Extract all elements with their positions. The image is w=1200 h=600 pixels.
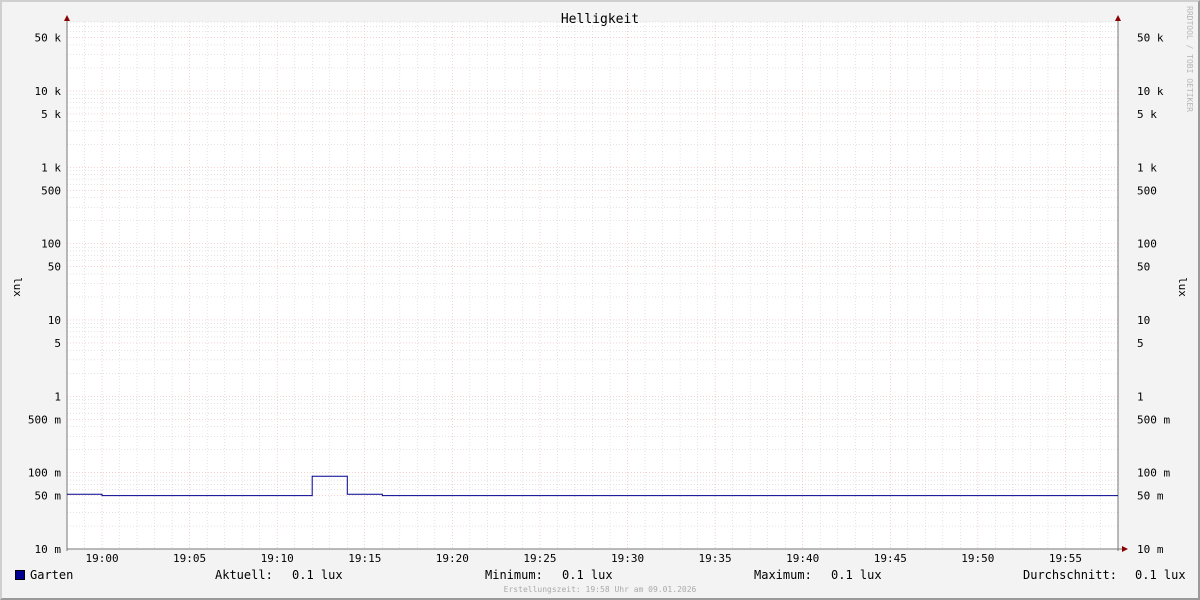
- legend-max-value: 0.1 lux: [831, 568, 882, 582]
- chart: 50 k 10 k 5 k 1 k 500 100 50 10 5 1 500 m 100 m 50 m…: [11, 6, 1194, 565]
- y-tick-label: 10 k: [1137, 85, 1164, 98]
- y-axis-label-right: lux: [1176, 277, 1189, 297]
- y-tick-labels-right: 50 k 10 k 5 k 1 k 500 100 50 10 5 1 500 m 100 m 50 m…: [1137, 32, 1170, 556]
- chart-title: Helligkeit: [561, 12, 639, 27]
- y-tick-label: 50 m: [1137, 490, 1164, 503]
- y-tick-label: 50 k: [1137, 32, 1164, 45]
- legend-series-name: Garten: [30, 568, 74, 582]
- y-tick-label: 10 m: [35, 543, 62, 556]
- y-tick-label: 50: [48, 261, 61, 274]
- x-tick-label: 19:55: [1049, 552, 1082, 565]
- x-tick-label: 19:00: [85, 552, 118, 565]
- x-tick-labels: 19:00 19:05 19:10 19:15 19:20 19:25 19:30 19:35…: [85, 552, 1082, 565]
- y-tick-label: 1 k: [1137, 161, 1157, 174]
- y-tick-label: 5: [1137, 337, 1144, 350]
- y-tick-label: 5 k: [41, 108, 61, 121]
- y-tick-label: 100: [1137, 238, 1157, 251]
- legend-avg-value: 0.1 lux: [1135, 568, 1186, 582]
- x-tick-label: 19:35: [699, 552, 732, 565]
- legend-current-value: 0.1 lux: [292, 568, 343, 582]
- y-tick-labels-left: 50 k 10 k 5 k 1 k 500 100 50 10 5 1 500 m 100 m 50 m…: [28, 32, 61, 556]
- y-tick-label: 10 k: [35, 85, 62, 98]
- y-tick-label: 100 m: [28, 467, 61, 480]
- y-tick-label: 100 m: [1137, 467, 1170, 480]
- chart-frame: 50 k 10 k 5 k 1 k 500 100 50 10 5 1 500 m 100 m 50 m…: [0, 0, 1200, 600]
- footer-timestamp: Erstellungszeit: 19:58 Uhr am 09.01.2026: [503, 585, 697, 594]
- y-tick-label: 500: [1137, 184, 1157, 197]
- y-tick-label: 10 m: [1137, 543, 1164, 556]
- x-tick-label: 19:15: [348, 552, 381, 565]
- x-tick-label: 19:40: [786, 552, 819, 565]
- x-tick-label: 19:20: [436, 552, 469, 565]
- x-tick-label: 19:30: [611, 552, 644, 565]
- legend-avg-label: Durchschnitt:: [1023, 568, 1117, 582]
- y-tick-label: 5 k: [1137, 108, 1157, 121]
- legend-min-label: Minimum:: [485, 568, 543, 582]
- x-tick-label: 19:25: [523, 552, 556, 565]
- y-tick-label: 10: [1137, 314, 1150, 327]
- y-tick-label: 50: [1137, 261, 1150, 274]
- y-tick-label: 1: [1137, 390, 1144, 403]
- watermark: RRDTOOL / TOBI OETIKER: [1185, 6, 1194, 112]
- x-axis-arrow: [1122, 546, 1128, 552]
- y-tick-label: 10: [48, 314, 61, 327]
- y-tick-label: 1 k: [41, 161, 61, 174]
- y-tick-label: 50 k: [35, 32, 62, 45]
- x-tick-label: 19:50: [961, 552, 994, 565]
- legend-swatch-garten: [15, 570, 25, 580]
- x-tick-label: 19:45: [874, 552, 907, 565]
- y-tick-label: 100: [41, 238, 61, 251]
- y-tick-label: 5: [54, 337, 61, 350]
- y-tick-label: 50 m: [35, 490, 62, 503]
- legend-current-label: Aktuell:: [215, 568, 273, 582]
- y-tick-label: 1: [54, 390, 61, 403]
- legend-max-label: Maximum:: [754, 568, 812, 582]
- x-tick-label: 19:05: [173, 552, 206, 565]
- y-tick-label: 500 m: [1137, 413, 1170, 426]
- y-axis-arrow-left: [64, 15, 70, 21]
- x-tick-label: 19:10: [261, 552, 294, 565]
- y-tick-label: 500 m: [28, 413, 61, 426]
- y-axis-arrow-right: [1115, 15, 1121, 21]
- y-tick-label: 500: [41, 184, 61, 197]
- legend-min-value: 0.1 lux: [562, 568, 613, 582]
- y-axis-label-left: lux: [11, 277, 24, 297]
